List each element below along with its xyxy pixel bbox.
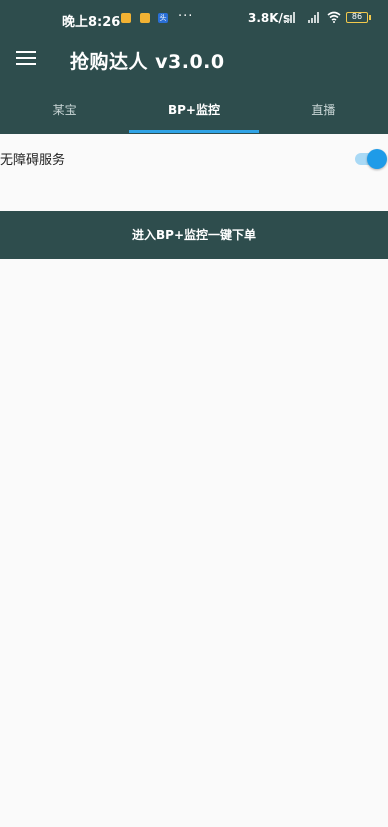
tab-bar: 某宝 BP+监控 直播 <box>0 88 388 134</box>
battery-icon: 86 <box>346 12 371 23</box>
tab-bp-monitor[interactable]: BP+监控 <box>129 88 259 134</box>
wifi-icon <box>327 11 341 26</box>
more-notifications-icon: ··· <box>178 9 194 24</box>
signal-icon <box>284 12 298 23</box>
app-title: 抢购达人 v3.0.0 <box>70 51 225 73</box>
accessibility-service-toggle[interactable] <box>355 148 387 169</box>
notification-icon <box>140 13 150 23</box>
app-header: 晚上8:26 头 ··· 3.8K/s 86 抢购达人 v3.0.0 某宝 BP… <box>0 0 388 134</box>
status-time: 晚上8:26 <box>62 15 121 30</box>
notification-icon <box>121 13 131 23</box>
hamburger-menu-icon[interactable] <box>16 50 36 66</box>
notification-badge-icon: 头 <box>158 13 168 23</box>
tab-moubao[interactable]: 某宝 <box>0 88 129 134</box>
tab-live[interactable]: 直播 <box>259 88 388 134</box>
accessibility-service-row: 无障碍服务 <box>0 134 388 182</box>
accessibility-service-label: 无障碍服务 <box>0 153 66 168</box>
enter-bp-monitor-button[interactable]: 进入BP+监控一键下单 <box>0 211 388 259</box>
signal-icon <box>308 12 322 23</box>
status-bar: 晚上8:26 头 ··· 3.8K/s 86 <box>0 0 388 38</box>
toggle-thumb <box>367 149 387 169</box>
